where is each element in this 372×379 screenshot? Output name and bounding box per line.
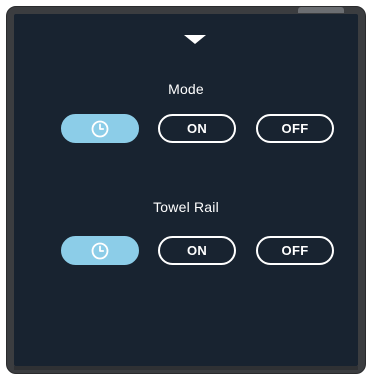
triangle-down-icon[interactable]: [184, 35, 206, 44]
mode-off-button[interactable]: OFF: [256, 114, 334, 143]
clock-icon: [91, 242, 109, 259]
clock-icon: [91, 120, 109, 137]
mode-on-label: ON: [186, 121, 208, 136]
device-side-button[interactable]: [298, 7, 344, 13]
towel-rail-on-label: ON: [186, 243, 208, 258]
towel-rail-off-label: OFF: [281, 243, 309, 258]
towel-rail-schedule-button[interactable]: [61, 236, 139, 265]
towel-rail-title: Towel Rail: [153, 199, 219, 215]
device-screen: Mode ON OFF Towel Rail ON OFF: [14, 14, 358, 366]
mode-schedule-button[interactable]: [61, 114, 139, 143]
towel-rail-on-button[interactable]: ON: [158, 236, 236, 265]
mode-off-label: OFF: [281, 121, 309, 136]
towel-rail-off-button[interactable]: OFF: [256, 236, 334, 265]
device-bottom-edge: [14, 366, 358, 370]
mode-title: Mode: [168, 81, 204, 97]
mode-on-button[interactable]: ON: [158, 114, 236, 143]
